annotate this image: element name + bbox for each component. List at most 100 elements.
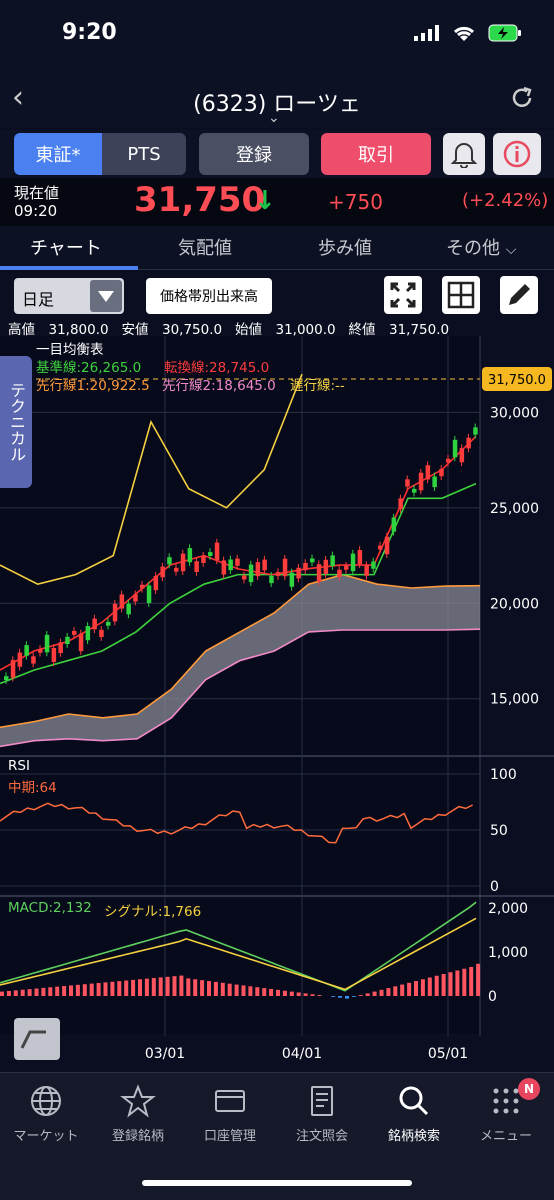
fullscreen-button[interactable] <box>384 276 422 314</box>
refresh-icon[interactable] <box>508 84 536 112</box>
price-tick-label: 15,000 <box>490 692 539 708</box>
tab-quotes[interactable]: 気配値 <box>178 234 232 260</box>
macd-histogram-bar <box>420 979 425 996</box>
candle-body <box>452 439 458 458</box>
nav-orders[interactable]: 注文照会 <box>276 1083 368 1144</box>
candle-body <box>58 642 63 654</box>
macd-histogram-bar <box>89 983 94 996</box>
macd-histogram-bar <box>469 966 474 996</box>
candle-body <box>378 545 383 550</box>
candle-body <box>24 645 29 656</box>
macd-histogram-bar <box>207 981 211 996</box>
candle-body <box>38 648 43 653</box>
candle-body <box>78 633 84 652</box>
macd-label: MACD:2,132 <box>8 900 92 916</box>
macd-histogram-bar <box>172 976 177 996</box>
nav-search-label: 銘柄検索 <box>387 1129 440 1144</box>
macd-histogram-bar <box>303 993 308 996</box>
candle-body <box>289 572 295 587</box>
market-tosho-button[interactable]: 東証* <box>14 133 102 175</box>
star-icon <box>120 1084 156 1118</box>
bell-icon <box>451 143 477 168</box>
macd-histogram-bar <box>124 980 129 996</box>
macd-histogram-bar <box>331 996 336 997</box>
candle-body <box>65 636 70 645</box>
tab-chart[interactable]: チャート <box>30 234 102 260</box>
candle-body <box>425 465 431 480</box>
price-change-percent: (+2.42%) <box>462 190 549 211</box>
candle-body <box>160 566 165 578</box>
macd-histogram-bar <box>96 982 101 996</box>
candle-body <box>10 660 16 678</box>
macd-histogram-bar <box>310 994 315 996</box>
price-change: +750 <box>328 190 383 214</box>
expand-icon <box>390 282 416 308</box>
candle-body <box>146 585 152 604</box>
macd-panel-bg <box>0 898 480 1034</box>
trade-button[interactable]: 取引 <box>321 133 431 175</box>
macd-histogram-bar <box>75 984 80 996</box>
candle-body <box>235 558 240 566</box>
info-icon <box>503 140 531 168</box>
candle-body <box>316 564 322 582</box>
nav-account[interactable]: 口座管理 <box>184 1083 276 1144</box>
candle-body <box>357 550 363 565</box>
candle-body <box>99 629 104 638</box>
ohlc-row: 高値 31,800.0 安値 30,750.0 始値 31,000.0 終値 3… <box>8 318 449 338</box>
home-indicator <box>142 1180 412 1186</box>
macd-histogram-bar <box>103 982 108 996</box>
nav-market[interactable]: マーケット <box>0 1083 92 1144</box>
rsi-mid-label: 中期:64 <box>8 780 57 796</box>
candle-body <box>384 536 390 555</box>
market-pts-button[interactable]: PTS <box>102 133 186 175</box>
tab-other-label: その他 <box>446 238 500 259</box>
macd-histogram-bar <box>262 988 267 996</box>
chart-area[interactable]: 30,000 25,000 20,000 15,000 03/01 04/01 05/01 3… <box>0 336 554 1072</box>
price-panel-bg <box>0 336 480 756</box>
macd-histogram-bar <box>255 987 260 996</box>
macd-histogram-bar <box>41 987 46 996</box>
candle-body <box>418 472 424 491</box>
macd-histogram-bar <box>345 996 349 999</box>
nav-account-label: 口座管理 <box>203 1129 256 1144</box>
period-select[interactable]: 日足 <box>14 278 124 314</box>
macd-histogram-bar <box>0 991 4 996</box>
macd-histogram-bar <box>34 988 39 996</box>
nav-watchlist[interactable]: 登録銘柄 <box>92 1083 184 1144</box>
candle-body <box>92 618 97 630</box>
candle-body <box>303 563 308 571</box>
candle-body <box>446 458 451 463</box>
time-tick-label: 05/01 <box>428 1046 468 1062</box>
macd-histogram-bar <box>234 984 239 996</box>
price-tick-label: 25,000 <box>490 501 539 517</box>
register-button[interactable]: 登録 <box>199 133 309 175</box>
volume-profile-button[interactable]: 価格帯別出来高 <box>146 278 272 314</box>
nav-search[interactable]: 銘柄検索 <box>368 1083 460 1144</box>
technical-side-tab[interactable]: テクニカル <box>0 356 32 488</box>
tab-other[interactable]: その他 ⌵ <box>446 234 516 260</box>
macd-histogram-bar <box>434 975 439 996</box>
rsi-tick-label: 100 <box>490 767 517 783</box>
info-button[interactable] <box>493 133 541 175</box>
candle-body <box>364 565 369 576</box>
candle-body <box>391 517 397 532</box>
candle-body <box>296 567 301 579</box>
status-icons <box>414 24 522 42</box>
candle-body <box>276 572 281 576</box>
macd-histogram-bar <box>227 983 232 996</box>
price-time: 09:20 <box>14 202 58 220</box>
legend-kijun: 基準線:26,265.0 <box>36 360 142 376</box>
period-select-value: 日足 <box>22 290 55 309</box>
candle-body <box>262 559 267 571</box>
tab-ticks[interactable]: 歩み値 <box>318 234 372 260</box>
chevron-down-icon[interactable]: ⌄ <box>268 110 280 126</box>
nav-watchlist-label: 登録銘柄 <box>111 1129 164 1144</box>
candle-body <box>405 479 410 487</box>
chevron-down-icon: ⌵ <box>505 242 517 258</box>
alert-button[interactable] <box>443 133 485 175</box>
draw-button[interactable] <box>500 276 538 314</box>
candle-body <box>439 468 444 477</box>
pencil-icon <box>509 284 530 305</box>
layout-button[interactable] <box>442 276 480 314</box>
candle-body <box>4 676 9 681</box>
